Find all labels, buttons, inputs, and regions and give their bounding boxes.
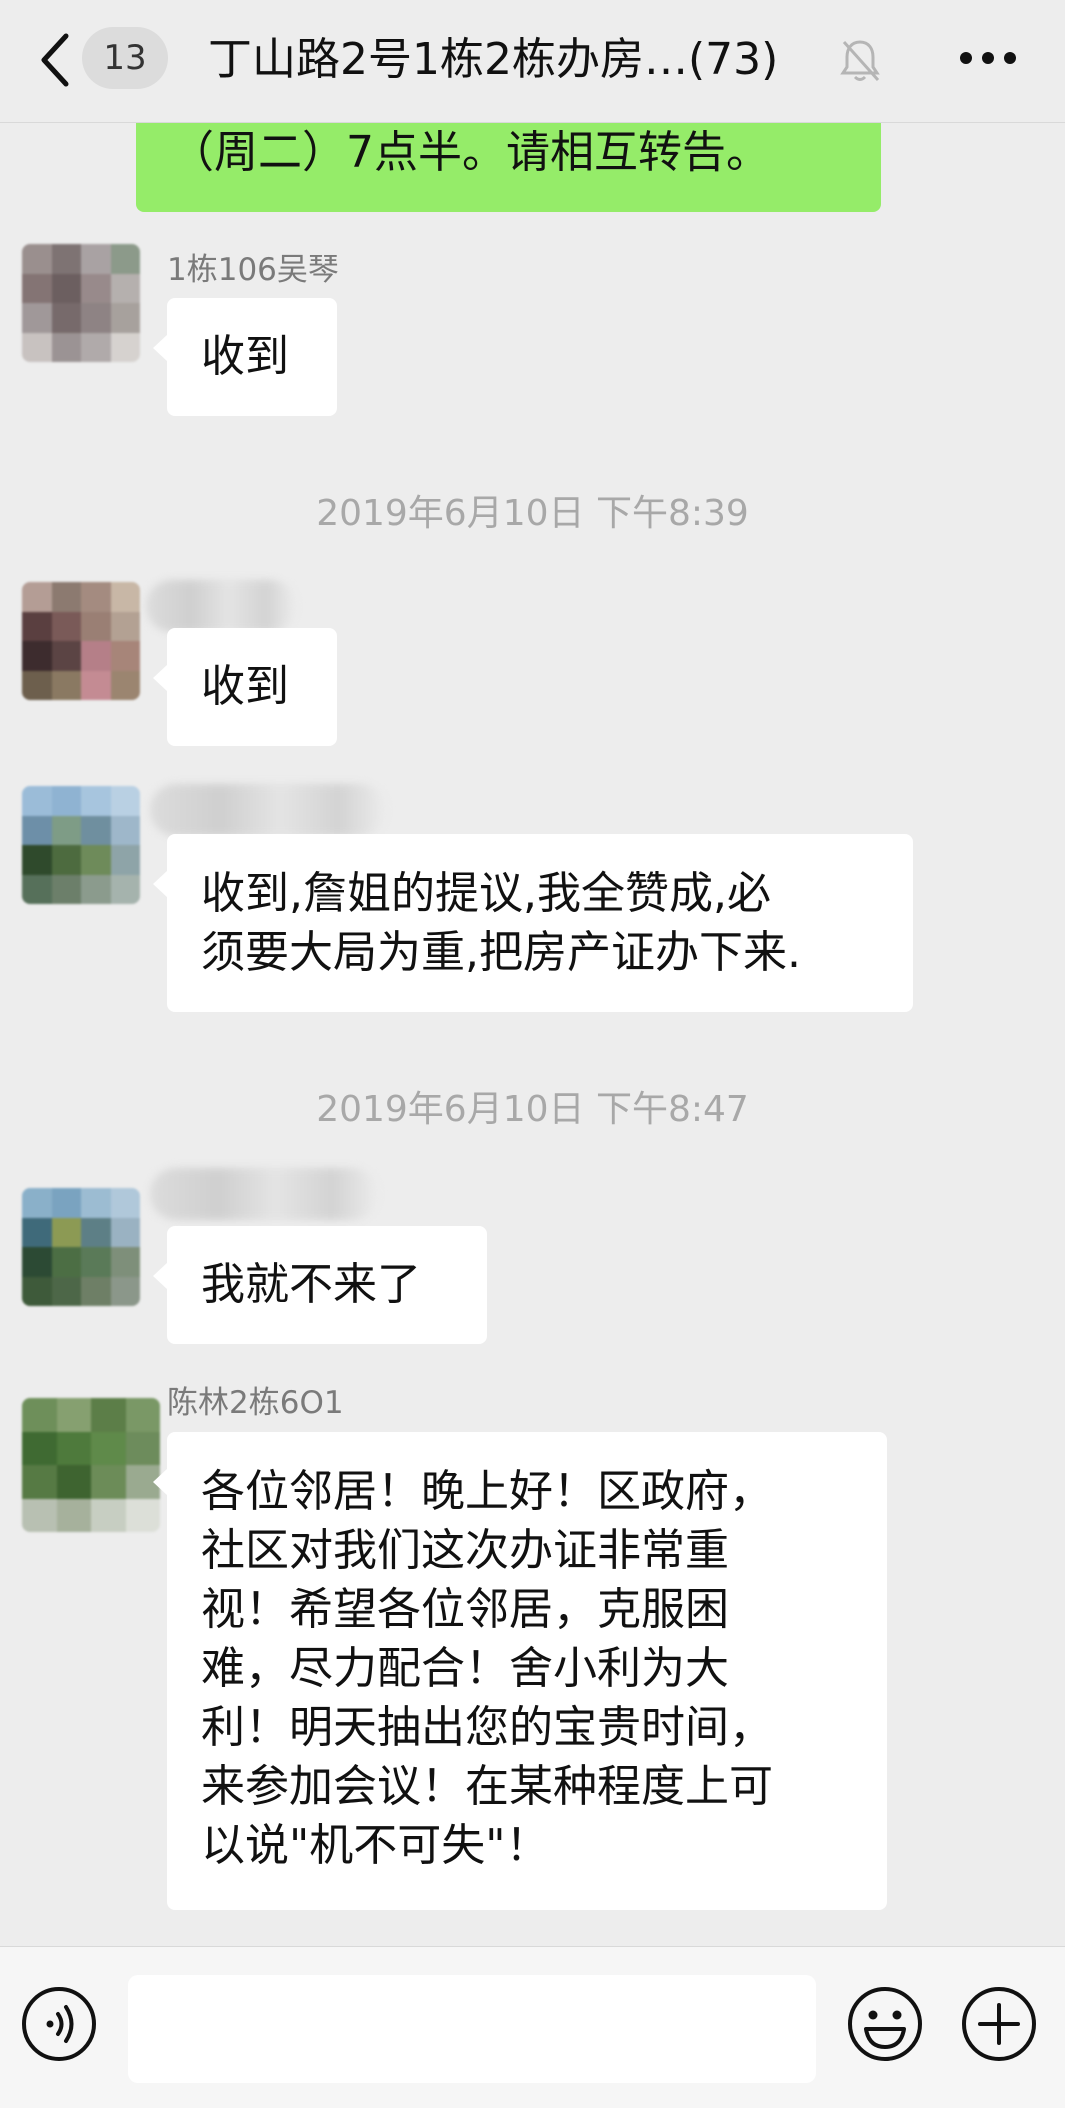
avatar[interactable]	[22, 244, 140, 362]
message-text-line: 难，尽力配合！舍小利为大	[201, 1643, 729, 1694]
avatar[interactable]	[22, 786, 140, 904]
message-text-line: 收到,詹姐的提议,我全赞成,必	[201, 868, 771, 919]
unread-count-badge[interactable]: 13	[82, 27, 168, 89]
chevron-left-icon[interactable]	[34, 30, 78, 90]
voice-icon[interactable]	[20, 1985, 98, 2063]
message-text: （周二）7点半。请相互转告。	[170, 127, 770, 178]
avatar[interactable]	[22, 1398, 160, 1532]
bell-slash-icon	[840, 40, 880, 82]
more-dots-icon[interactable]	[958, 48, 1018, 68]
message-text-line: 利！明天抽出您的宝贵时间，	[201, 1702, 773, 1753]
input-bar	[0, 1946, 1065, 2108]
sender-name-blurred	[150, 1168, 378, 1220]
timestamp: 2019年6月10日 下午8:47	[316, 1089, 749, 1130]
sender-name: 1栋106吴琴	[167, 252, 339, 288]
message-text: 我就不来了	[201, 1259, 421, 1310]
message-bubble[interactable]: 收到	[153, 628, 337, 746]
message-bubble[interactable]: 各位邻居！晚上好！区政府， 社区对我们这次办证非常重 视！希望各位邻居，克服困 …	[153, 1432, 887, 1910]
chat-header: 13 丁山路2号1栋2栋办房…(73)	[0, 0, 1065, 123]
avatar[interactable]	[22, 1188, 140, 1306]
emoji-icon[interactable]	[846, 1985, 924, 2063]
message-text-line: 以说"机不可失"！	[201, 1820, 550, 1871]
sender-name: 陈林2栋6O1	[167, 1385, 344, 1421]
timestamp: 2019年6月10日 下午8:39	[316, 493, 749, 534]
own-message-bubble[interactable]: （周二）7点半。请相互转告。	[136, 118, 881, 212]
message-text: 收到	[201, 331, 289, 382]
sender-name-blurred	[150, 784, 386, 836]
message-bubble[interactable]: 收到	[153, 298, 337, 416]
chat-title[interactable]: 丁山路2号1栋2栋办房…(73)	[208, 30, 840, 90]
avatar[interactable]	[22, 582, 140, 700]
message-bubble[interactable]: 我就不来了	[153, 1226, 487, 1344]
message-text-line: 各位邻居！晚上好！区政府，	[201, 1466, 773, 1517]
message-text: 收到	[201, 661, 289, 712]
sender-name-blurred	[146, 580, 296, 632]
message-text-line: 来参加会议！在某种程度上可	[201, 1761, 773, 1812]
message-text-line: 视！希望各位邻居，克服困	[201, 1584, 729, 1635]
message-bubble[interactable]: 收到,詹姐的提议,我全赞成,必 须要大局为重,把房产证办下来.	[153, 834, 913, 1012]
message-text-line: 社区对我们这次办证非常重	[201, 1525, 729, 1576]
plus-icon[interactable]	[960, 1985, 1038, 2063]
message-text-line: 须要大局为重,把房产证办下来.	[201, 927, 801, 978]
message-input[interactable]	[128, 1975, 816, 2083]
